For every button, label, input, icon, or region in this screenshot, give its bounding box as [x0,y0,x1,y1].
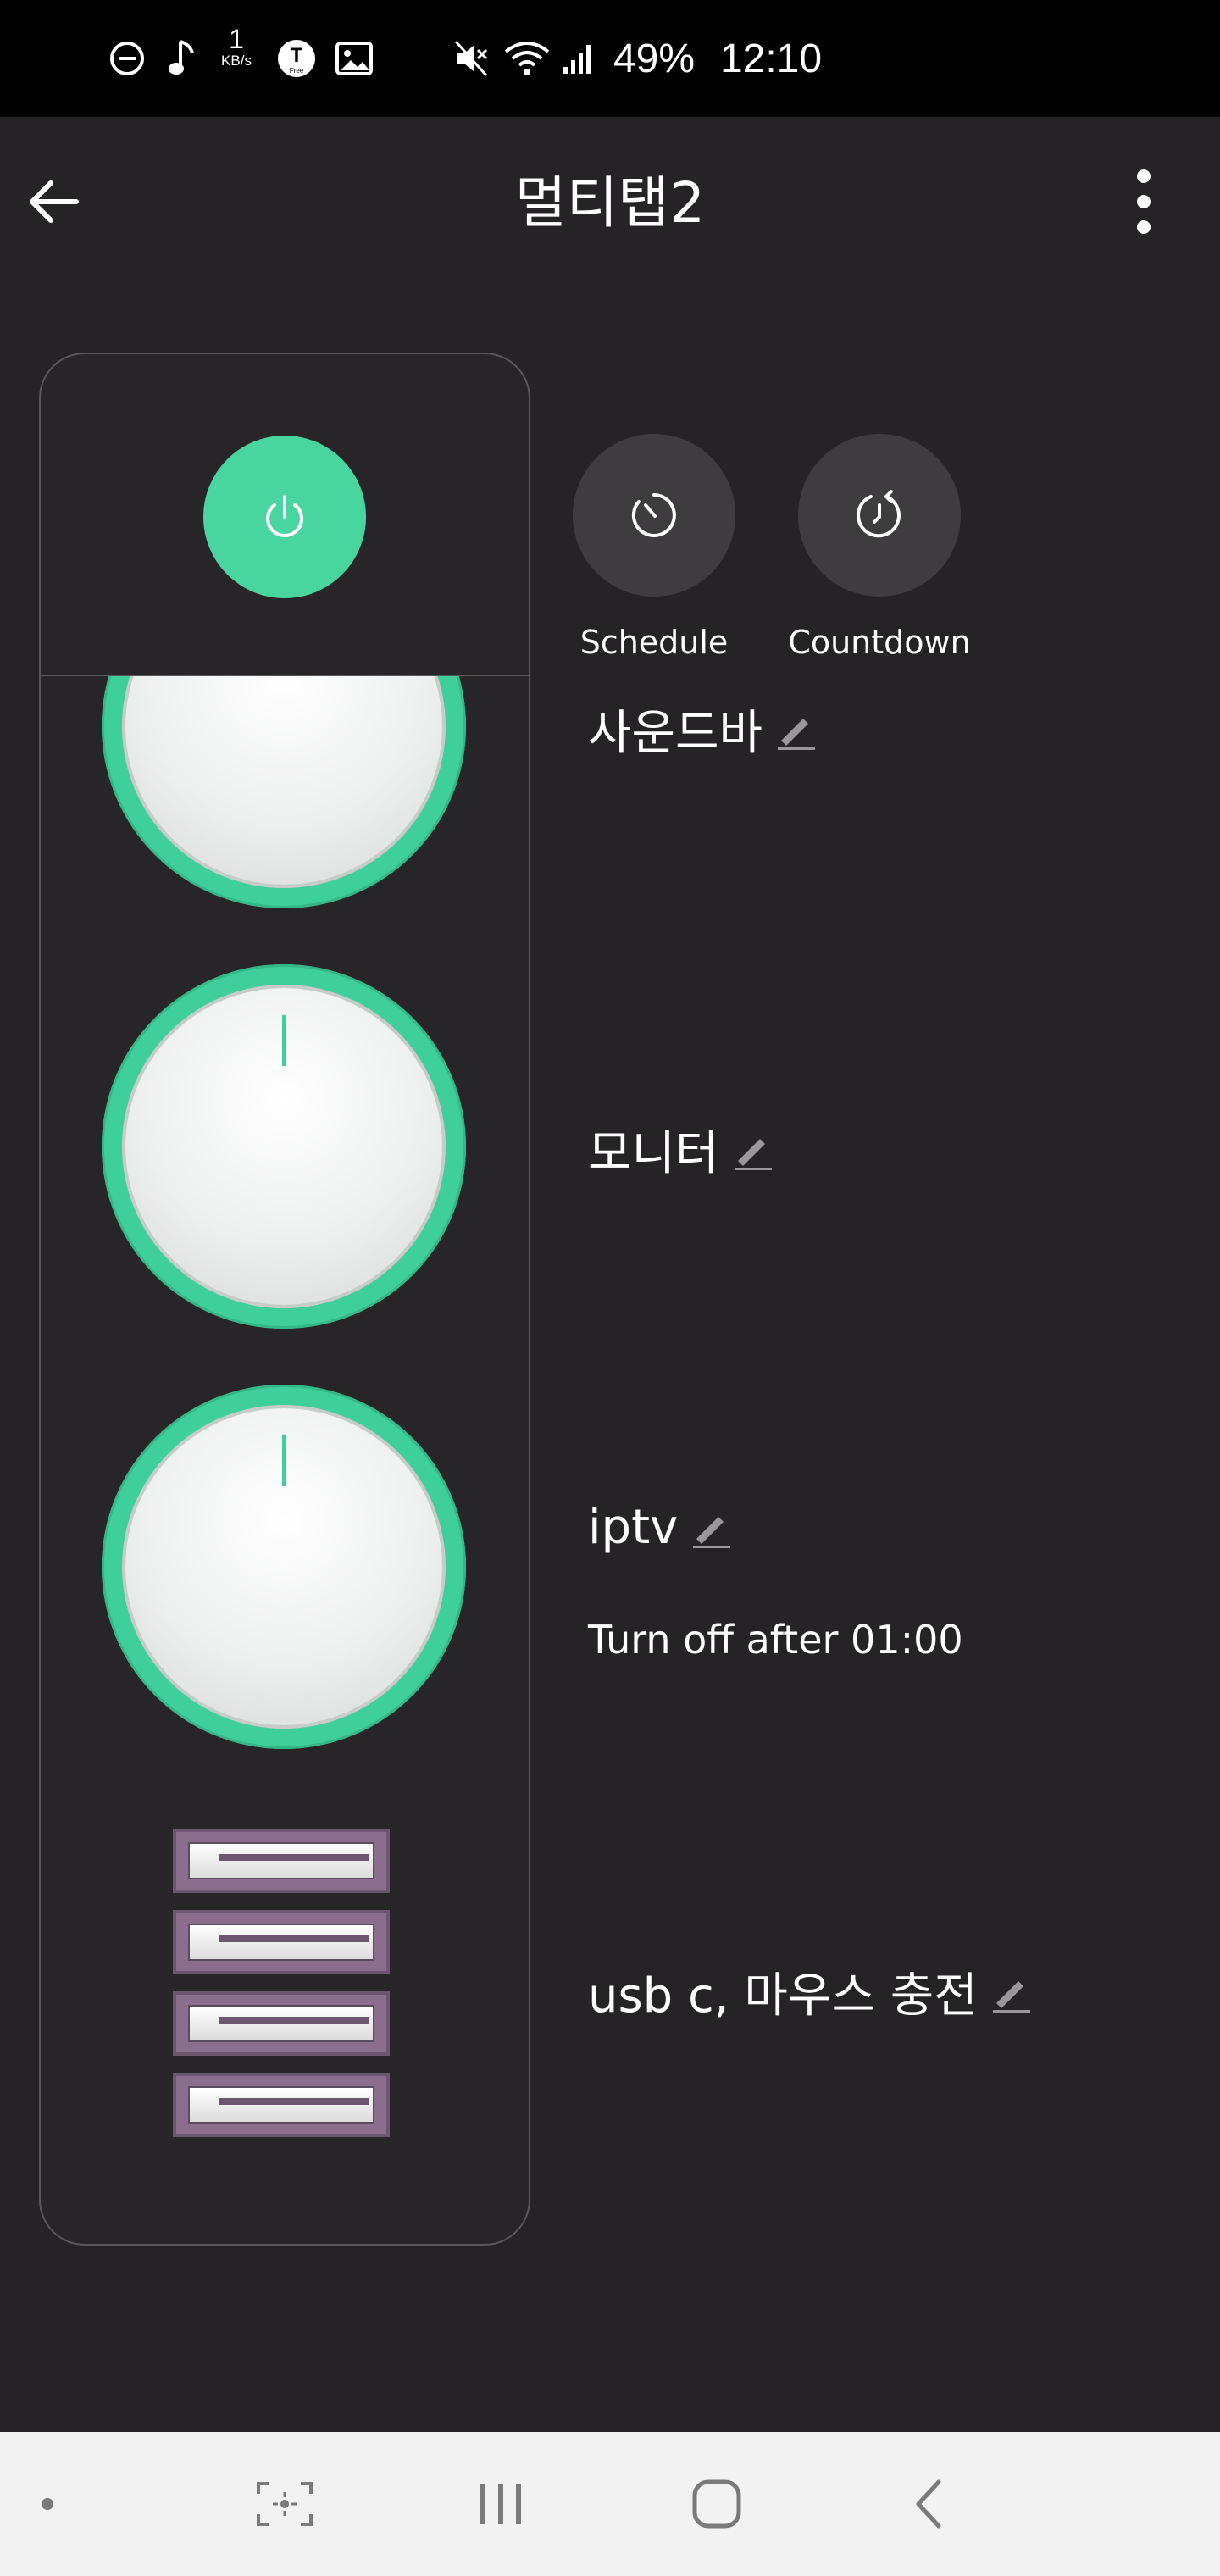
system-nav-bar [0,2432,1220,2576]
outlet-name-label: 사운드바 [588,706,763,761]
nav-dot-icon[interactable] [30,2432,64,2576]
chevron-left-icon [916,2479,941,2529]
recents-icon [480,2484,521,2524]
outlet-name-iptv[interactable]: iptv [588,1500,732,1555]
battery-percent: 49% [613,36,696,81]
usb-port [173,1991,390,2056]
gallery-icon [330,0,378,117]
outlet-knob-monitor[interactable] [102,964,466,1329]
signal-icon [557,0,600,117]
usb-port [173,2073,390,2137]
power-icon [266,495,303,537]
usb-port-stack[interactable] [173,1829,396,2154]
back-nav-button[interactable] [903,2432,954,2576]
edit-icon[interactable] [774,708,817,751]
usb-port [173,1829,390,1893]
page-title: 멀티탭2 [514,170,706,236]
net-speed-icon: 1 KB/s [215,25,258,69]
edit-icon[interactable] [731,1129,774,1171]
net-speed-unit: KB/s [221,53,252,69]
countdown-button[interactable] [798,434,961,597]
tmap-free-icon: T Free [273,0,320,117]
countdown-label: Countdown [788,624,971,661]
net-speed-value: 1 [229,24,244,54]
countdown-icon [857,490,901,538]
svg-text:Free: Free [290,67,304,75]
edit-icon[interactable] [990,1971,1032,2013]
schedule-label: Schedule [580,624,729,661]
music-note-icon [161,0,203,117]
usb-port [173,1910,390,1974]
outlet-knob-soundbar[interactable] [102,676,466,908]
iptv-timer-text: Turn off after 01:00 [588,1617,963,1663]
more-options-button[interactable] [1118,161,1169,242]
outlet-name-label: 모니터 [588,1126,719,1181]
back-button[interactable] [19,161,86,242]
wifi-icon [500,0,554,117]
home-button[interactable] [683,2432,751,2576]
do-not-disturb-icon [102,0,152,117]
outlet-name-soundbar[interactable]: 사운드바 [588,695,817,763]
arrow-left-icon [30,180,79,223]
power-strip-panel [39,353,530,2246]
outlet-name-usb[interactable]: usb c, 마우스 충전 [588,1957,1032,2026]
outlet-name-label: iptv [588,1500,679,1555]
edit-icon[interactable] [690,1507,732,1549]
schedule-button[interactable] [573,434,735,597]
outlet-knob-iptv[interactable] [102,1385,466,1749]
screen-capture-icon[interactable] [251,2432,319,2576]
svg-text:T: T [291,44,303,67]
recents-button[interactable] [471,2432,530,2576]
more-vert-icon [1137,169,1151,234]
home-icon [692,2479,741,2529]
status-bar: 1 KB/s T Free 49% 12:10 [0,0,1220,117]
outlet-name-monitor[interactable]: 모니터 [588,1115,774,1184]
mute-icon [447,0,495,117]
master-power-button[interactable] [203,436,366,598]
outlet-name-label: usb c, 마우스 충전 [588,1968,978,2024]
timer-icon [631,493,676,537]
clock: 12:10 [719,36,823,81]
